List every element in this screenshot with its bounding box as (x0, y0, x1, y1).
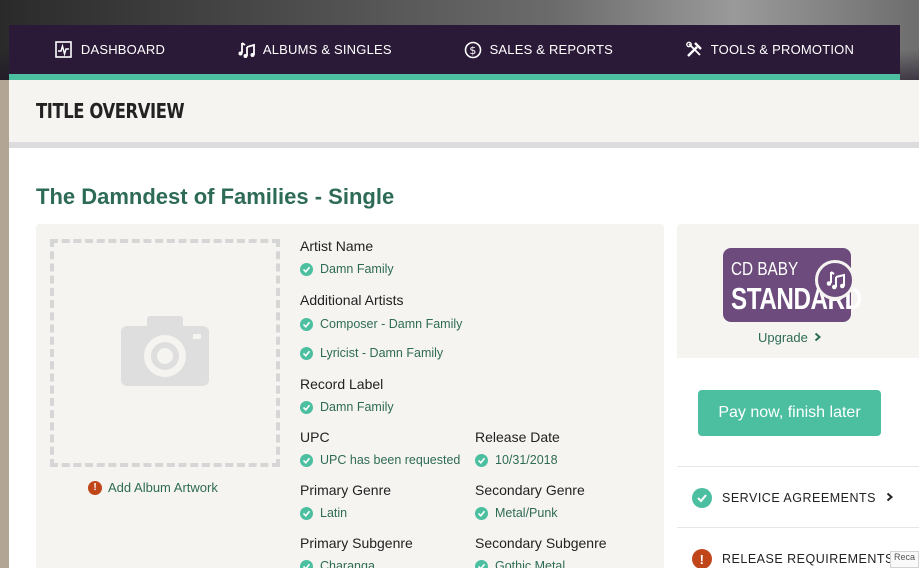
nav-sales-reports[interactable]: $ SALES & REPORTS (464, 41, 613, 59)
primary-genre-value: Latin (300, 506, 347, 520)
dollar-circle-icon: $ (464, 41, 482, 59)
plan-badge: CD BABY STANDARD (723, 248, 862, 322)
chevron-right-icon (814, 330, 821, 345)
release-info-card: ! Add Album Artwork Artist Name Damn Fam… (36, 224, 664, 568)
nav-albums-singles-label: ALBUMS & SINGLES (262, 42, 392, 57)
plan-badge-line1: CD BABY (731, 259, 799, 279)
service-agreements-row[interactable]: SERVICE AGREEMENTS (692, 488, 893, 508)
title-band: TITLE OVERVIEW (9, 80, 919, 148)
record-label-text: Damn Family (320, 400, 394, 414)
release-title: The Damndest of Families - Single (36, 184, 395, 209)
check-icon (300, 400, 313, 414)
check-icon (300, 262, 313, 276)
chevron-right-icon (886, 491, 893, 505)
nav-tools-promotion[interactable]: TOOLS & PROMOTION (685, 41, 854, 59)
pulse-icon (55, 41, 73, 59)
release-date-label: Release Date (475, 429, 560, 445)
tools-icon (685, 41, 703, 59)
upgrade-label: Upgrade (758, 330, 808, 345)
secondary-subgenre-value: Gothic Metal (475, 559, 565, 568)
secondary-subgenre-label: Secondary Subgenre (475, 535, 607, 551)
top-navigation: DASHBOARD ALBUMS & SINGLES $ SALES & REP… (9, 25, 900, 74)
alert-icon: ! (88, 480, 102, 495)
additional-artist-item: Lyricist - Damn Family (300, 346, 443, 360)
release-requirements-row[interactable]: ! RELEASE REQUIREMENTS (692, 549, 911, 568)
primary-genre-text: Latin (320, 506, 348, 520)
check-icon (300, 317, 313, 331)
alert-icon: ! (692, 549, 712, 568)
release-date-text: 10/31/2018 (495, 453, 558, 467)
secondary-genre-value: Metal/Punk (475, 506, 558, 520)
secondary-subgenre-text: Gothic Metal (495, 559, 566, 568)
check-icon (300, 346, 313, 360)
divider (677, 466, 919, 467)
music-notes-icon (237, 41, 255, 59)
release-requirements-label: RELEASE REQUIREMENTS (722, 552, 894, 566)
artist-name-text: Damn Family (320, 262, 394, 276)
camera-icon (121, 315, 209, 391)
release-date-value: 10/31/2018 (475, 453, 558, 467)
add-artwork-label: Add Album Artwork (108, 480, 218, 495)
additional-artist-text: Lyricist - Damn Family (320, 346, 444, 360)
check-icon (475, 559, 488, 568)
main-panel: TITLE OVERVIEW The Damndest of Families … (9, 80, 919, 568)
nav-albums-singles[interactable]: ALBUMS & SINGLES (237, 41, 392, 59)
nav-sales-reports-label: SALES & REPORTS (489, 42, 613, 57)
check-circle-icon (692, 488, 712, 508)
primary-subgenre-value: Charanga (300, 559, 375, 568)
primary-subgenre-text: Charanga (320, 559, 375, 568)
nav-dashboard-label: DASHBOARD (80, 42, 166, 57)
recaptcha-badge[interactable]: Reca (890, 551, 919, 568)
svg-text:$: $ (469, 44, 476, 57)
music-note-icon (815, 260, 855, 300)
additional-artist-text: Composer - Damn Family (320, 317, 463, 331)
upc-label: UPC (300, 429, 330, 445)
check-icon (300, 559, 313, 568)
check-icon (475, 506, 488, 520)
primary-genre-label: Primary Genre (300, 482, 392, 498)
artist-name-label: Artist Name (300, 238, 374, 254)
nav-tools-promotion-label: TOOLS & PROMOTION (710, 42, 855, 57)
upgrade-link[interactable]: Upgrade (758, 330, 821, 345)
additional-artists-label: Additional Artists (300, 292, 404, 308)
service-agreements-label: SERVICE AGREEMENTS (722, 491, 876, 505)
secondary-genre-label: Secondary Genre (475, 482, 585, 498)
upc-value: UPC has been requested (300, 453, 460, 467)
check-icon (300, 453, 313, 467)
primary-subgenre-label: Primary Subgenre (300, 535, 413, 551)
check-icon (475, 453, 488, 467)
record-label-label: Record Label (300, 376, 384, 392)
divider (677, 527, 919, 528)
add-artwork-link[interactable]: ! Add Album Artwork (88, 480, 218, 495)
plan-card: CD BABY STANDARD Upgrade (677, 224, 919, 358)
additional-artist-item: Composer - Damn Family (300, 317, 462, 331)
artist-name-value: Damn Family (300, 262, 394, 276)
check-icon (300, 506, 313, 520)
upc-text: UPC has been requested (320, 453, 461, 467)
secondary-genre-text: Metal/Punk (495, 506, 558, 520)
record-label-value: Damn Family (300, 400, 394, 414)
nav-dashboard[interactable]: DASHBOARD (55, 41, 165, 59)
page-title: TITLE OVERVIEW (36, 99, 185, 123)
pay-now-button[interactable]: Pay now, finish later (698, 390, 881, 436)
artwork-placeholder[interactable] (50, 239, 280, 467)
